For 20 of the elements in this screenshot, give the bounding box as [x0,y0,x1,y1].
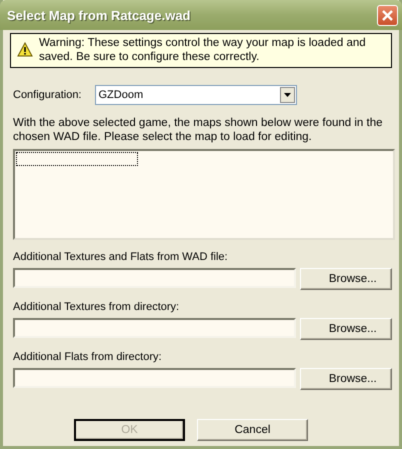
path-field[interactable] [13,318,296,338]
window-title: Select Map from Ratcage.wad [7,8,190,22]
cancel-button[interactable]: Cancel [197,419,308,441]
warning-text: Warning: These settings control the way your map is loaded and saved. Be sure to configure these correctly. [39,36,367,64]
dropdown-arrow-icon [284,93,290,97]
close-icon [381,8,394,22]
close-button[interactable] [377,4,398,26]
field-label: Additional Textures and Flats from WAD file: [13,250,229,264]
configuration-dropdown[interactable]: GZDoom [94,85,296,105]
browse-button[interactable]: Browse... [300,318,392,340]
browse-button[interactable]: Browse... [300,268,392,290]
warning-icon [17,42,33,57]
path-field[interactable] [13,268,296,288]
field-label: Additional Flats from directory: [13,350,163,364]
configuration-label: Configuration: [13,89,82,101]
field-label: Additional Textures from directory: [13,300,180,314]
browse-button[interactable]: Browse... [300,368,392,390]
instructions-text: With the above selected game, the maps shown below were found in the chosen WAD file. Please select the map to load for editing. [12,116,384,144]
path-field[interactable] [13,368,296,388]
map-list[interactable] [13,149,395,240]
